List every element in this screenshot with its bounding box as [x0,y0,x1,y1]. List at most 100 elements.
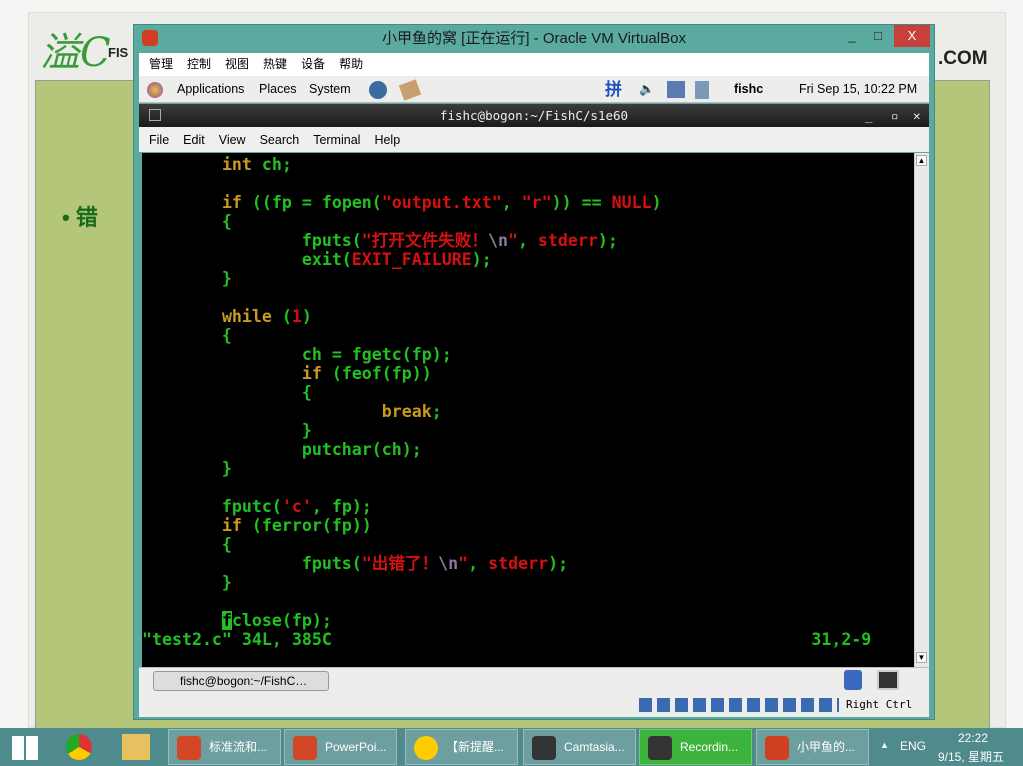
window-title: 小甲鱼的窝 [正在运行] - Oracle VM VirtualBox [382,30,686,47]
maximize-button[interactable]: □ [864,25,892,47]
code-token: } [142,269,232,288]
taskbar-item-recording[interactable]: Recordin... [639,729,752,765]
menu-devices[interactable]: 设备 [301,53,325,76]
code-token: close(fp); [231,611,332,630]
code-token: { [142,535,232,554]
code-token: "test2.c" 34L, 385C 31,2-9 66% [142,630,914,649]
system-menu[interactable]: System [309,76,351,103]
input-method-icon[interactable]: 拼 [605,76,622,103]
menu-file[interactable]: File [149,127,169,152]
code-token: , fp); [311,497,372,516]
logo-suffix: FIS [108,45,129,60]
code-line: { [142,212,914,231]
terminal-scrollbar[interactable]: ▲ ▼ [914,153,929,667]
terminal-icon [149,109,161,121]
browser-icon[interactable] [369,81,387,99]
code-line: ch = fgetc(fp); [142,345,914,364]
code-token: fputc( [142,497,282,516]
code-token: 'c' [281,497,312,516]
scroll-up-icon[interactable]: ▲ [916,155,927,166]
language-indicator[interactable]: ENG [900,739,926,753]
windows-taskbar: 标准流和... PowerPoi... 【新提醒... Camtasia... … [0,728,1023,766]
taskbar-item-ppt2[interactable]: PowerPoi... [284,729,397,765]
mail-icon[interactable] [398,79,422,101]
trash-icon[interactable] [844,670,862,690]
taskbar-item-camtasia[interactable]: Camtasia... [523,729,636,765]
taskbar-item-ppt1[interactable]: 标准流和... [168,729,281,765]
menu-terminal[interactable]: Terminal [313,127,360,152]
show-desktop-icon[interactable] [877,670,899,690]
fishc-logo: 溢C [40,30,111,76]
menu-control[interactable]: 控制 [187,53,211,76]
terminal-minimize[interactable]: _ [865,104,873,127]
code-token: } [142,421,312,440]
code-token: int [221,155,252,174]
device-status-icons[interactable] [639,698,839,712]
menu-view[interactable]: 视图 [225,53,249,76]
file-explorer-icon[interactable] [122,734,150,760]
minimize-button[interactable]: _ [838,25,866,47]
code-line: fputc('c', fp); [142,497,914,516]
taskbar-time[interactable]: 22:22 [958,731,988,745]
code-line: if ((fp = fopen("output.txt", "r")) == N… [142,193,914,212]
code-token: 1 [291,307,302,326]
network-icon[interactable] [667,81,685,98]
battery-icon[interactable] [695,81,709,99]
code-token: ); [471,250,492,269]
tray-expand-icon[interactable]: ▲ [880,740,889,750]
virtualbox-window: 小甲鱼的窝 [正在运行] - Oracle VM VirtualBox _ □ … [133,24,935,720]
code-token: " [458,554,469,573]
taskbar-item-virtualbox[interactable]: 小甲鱼的... [756,729,869,765]
code-token: " [507,231,518,250]
code-token: { [142,383,312,402]
code-token: NULL [611,193,652,212]
code-line: fputs("出错了！\n", stderr); [142,554,914,573]
code-line: { [142,383,914,402]
terminal-menubar: File Edit View Search Terminal Help [139,127,929,152]
menu-edit[interactable]: Edit [183,127,205,152]
code-token: ch; [251,155,292,174]
code-token: putchar(ch); [142,440,422,459]
taskbar-terminal-item[interactable]: fishc@bogon:~/FishC… [153,671,329,691]
code-line: while (1) [142,307,914,326]
menu-help[interactable]: Help [374,127,400,152]
volume-icon[interactable]: 🔈 [639,76,655,103]
menu-view[interactable]: View [219,127,246,152]
code-token: "r" [521,193,552,212]
code-token: "打开文件失败！ [361,231,488,250]
code-token: ) [301,307,312,326]
clock[interactable]: Fri Sep 15, 10:22 PM [799,76,917,103]
code-token: if [301,364,322,383]
code-token: stderr [488,554,549,573]
taskbar-item-chrome[interactable]: 【新提醒... [405,729,518,765]
code-line: if (feof(fp)) [142,364,914,383]
code-token: ); [548,554,569,573]
user-name[interactable]: fishc [734,76,763,103]
terminal-close[interactable]: ✕ [913,104,921,127]
code-token: \n [487,231,508,250]
vbox-statusbar: Right Ctrl [139,693,929,717]
code-token: (feof(fp)) [321,364,432,383]
code-token: while [221,307,272,326]
terminal-content[interactable]: int ch; if ((fp = fopen("output.txt", "r… [142,153,914,667]
menu-search[interactable]: Search [260,127,300,152]
code-token: "output.txt" [381,193,502,212]
scroll-down-icon[interactable]: ▼ [916,652,927,663]
menu-hotkey[interactable]: 热键 [263,53,287,76]
close-button[interactable]: X [894,25,930,47]
applications-menu[interactable]: Applications [177,76,244,103]
places-menu[interactable]: Places [259,76,297,103]
taskbar-date[interactable]: 9/15, 星期五 [938,748,1004,765]
terminal-maximize[interactable]: ▫ [891,104,899,127]
menu-help[interactable]: 帮助 [339,53,363,76]
chrome-icon[interactable] [66,734,92,760]
menu-manage[interactable]: 管理 [149,53,173,76]
windows-start-icon[interactable] [12,736,38,760]
code-token: } [142,573,232,592]
code-line: } [142,459,914,478]
terminal-title: fishc@bogon:~/FishC/s1e60 [439,108,629,123]
